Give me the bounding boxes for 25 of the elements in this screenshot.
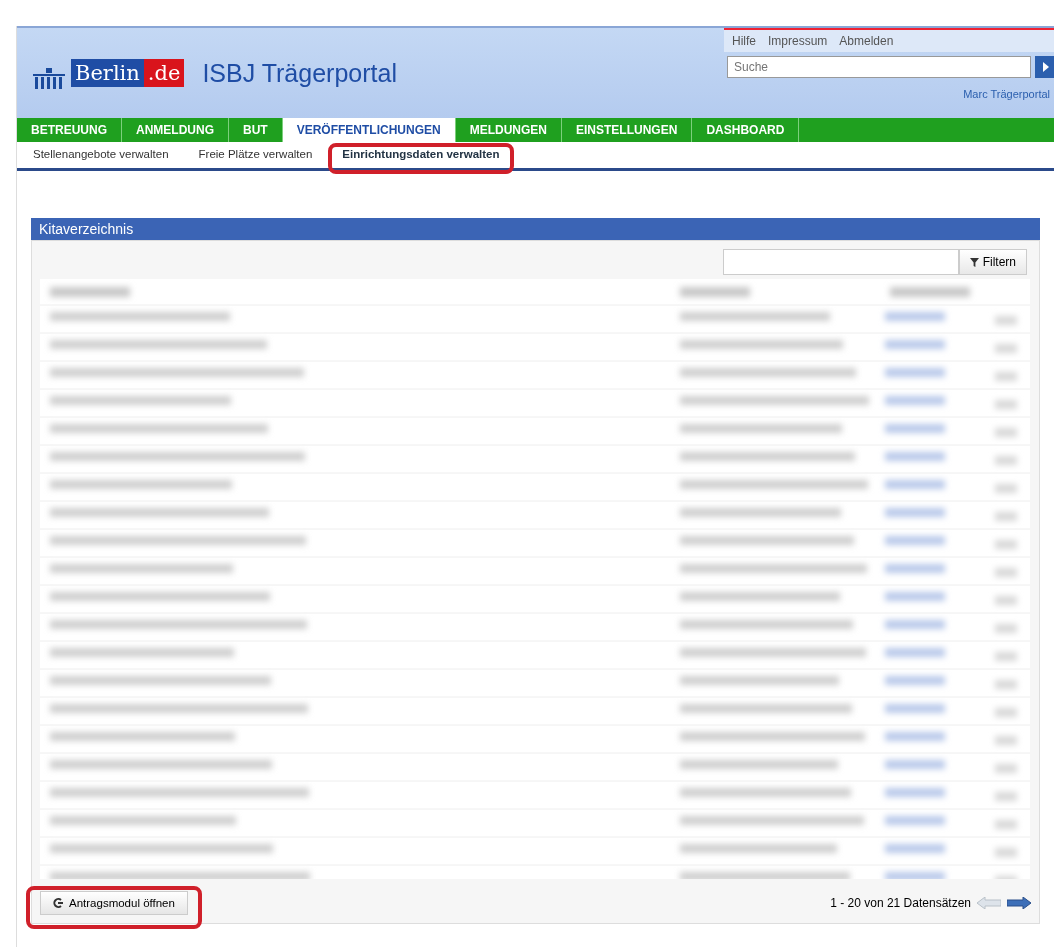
nav-tab[interactable]: MELDUNGEN	[455, 118, 563, 142]
subnav-link[interactable]: Einrichtungsdaten verwalten	[342, 148, 500, 160]
nav-tab[interactable]: BETREUUNG	[17, 118, 122, 142]
user-name[interactable]: Marc Trägerportal	[963, 88, 1050, 100]
subnav-link[interactable]: Stellenangebote verwalten	[33, 148, 169, 160]
nav-tab[interactable]: ANMELDUNG	[122, 118, 229, 142]
header-link[interactable]: Impressum	[768, 34, 828, 48]
filter-button[interactable]: Filtern	[958, 249, 1027, 275]
nav-tab[interactable]: DASHBOARD	[692, 118, 800, 142]
filter-field[interactable]	[722, 249, 959, 275]
subnav-link[interactable]: Freie Plätze verwalten	[198, 148, 313, 160]
search-button[interactable]	[1035, 56, 1054, 78]
next-arrow-icon[interactable]	[1007, 897, 1031, 909]
nav-tab[interactable]: VERÖFFENTLICHUNGEN	[282, 118, 456, 142]
play-arrow-icon	[1042, 62, 1050, 72]
funnel-icon	[969, 257, 979, 267]
nav-tab[interactable]: BUT	[229, 118, 283, 142]
header-link[interactable]: Abmelden	[839, 34, 894, 48]
panel-title: Kitaverzeichnis	[31, 218, 1040, 240]
antragsmodul-button[interactable]: Antragsmodul öffnen	[40, 891, 188, 915]
portal-title: ISBJ Trägerportal	[202, 58, 397, 88]
header-link[interactable]: Hilfe	[732, 34, 756, 48]
nav-tab[interactable]: EINSTELLUNGEN	[562, 118, 693, 142]
search-field[interactable]: Suche	[727, 56, 1031, 78]
record-count: 1 - 20 von 21 Datensätzen	[830, 896, 971, 910]
